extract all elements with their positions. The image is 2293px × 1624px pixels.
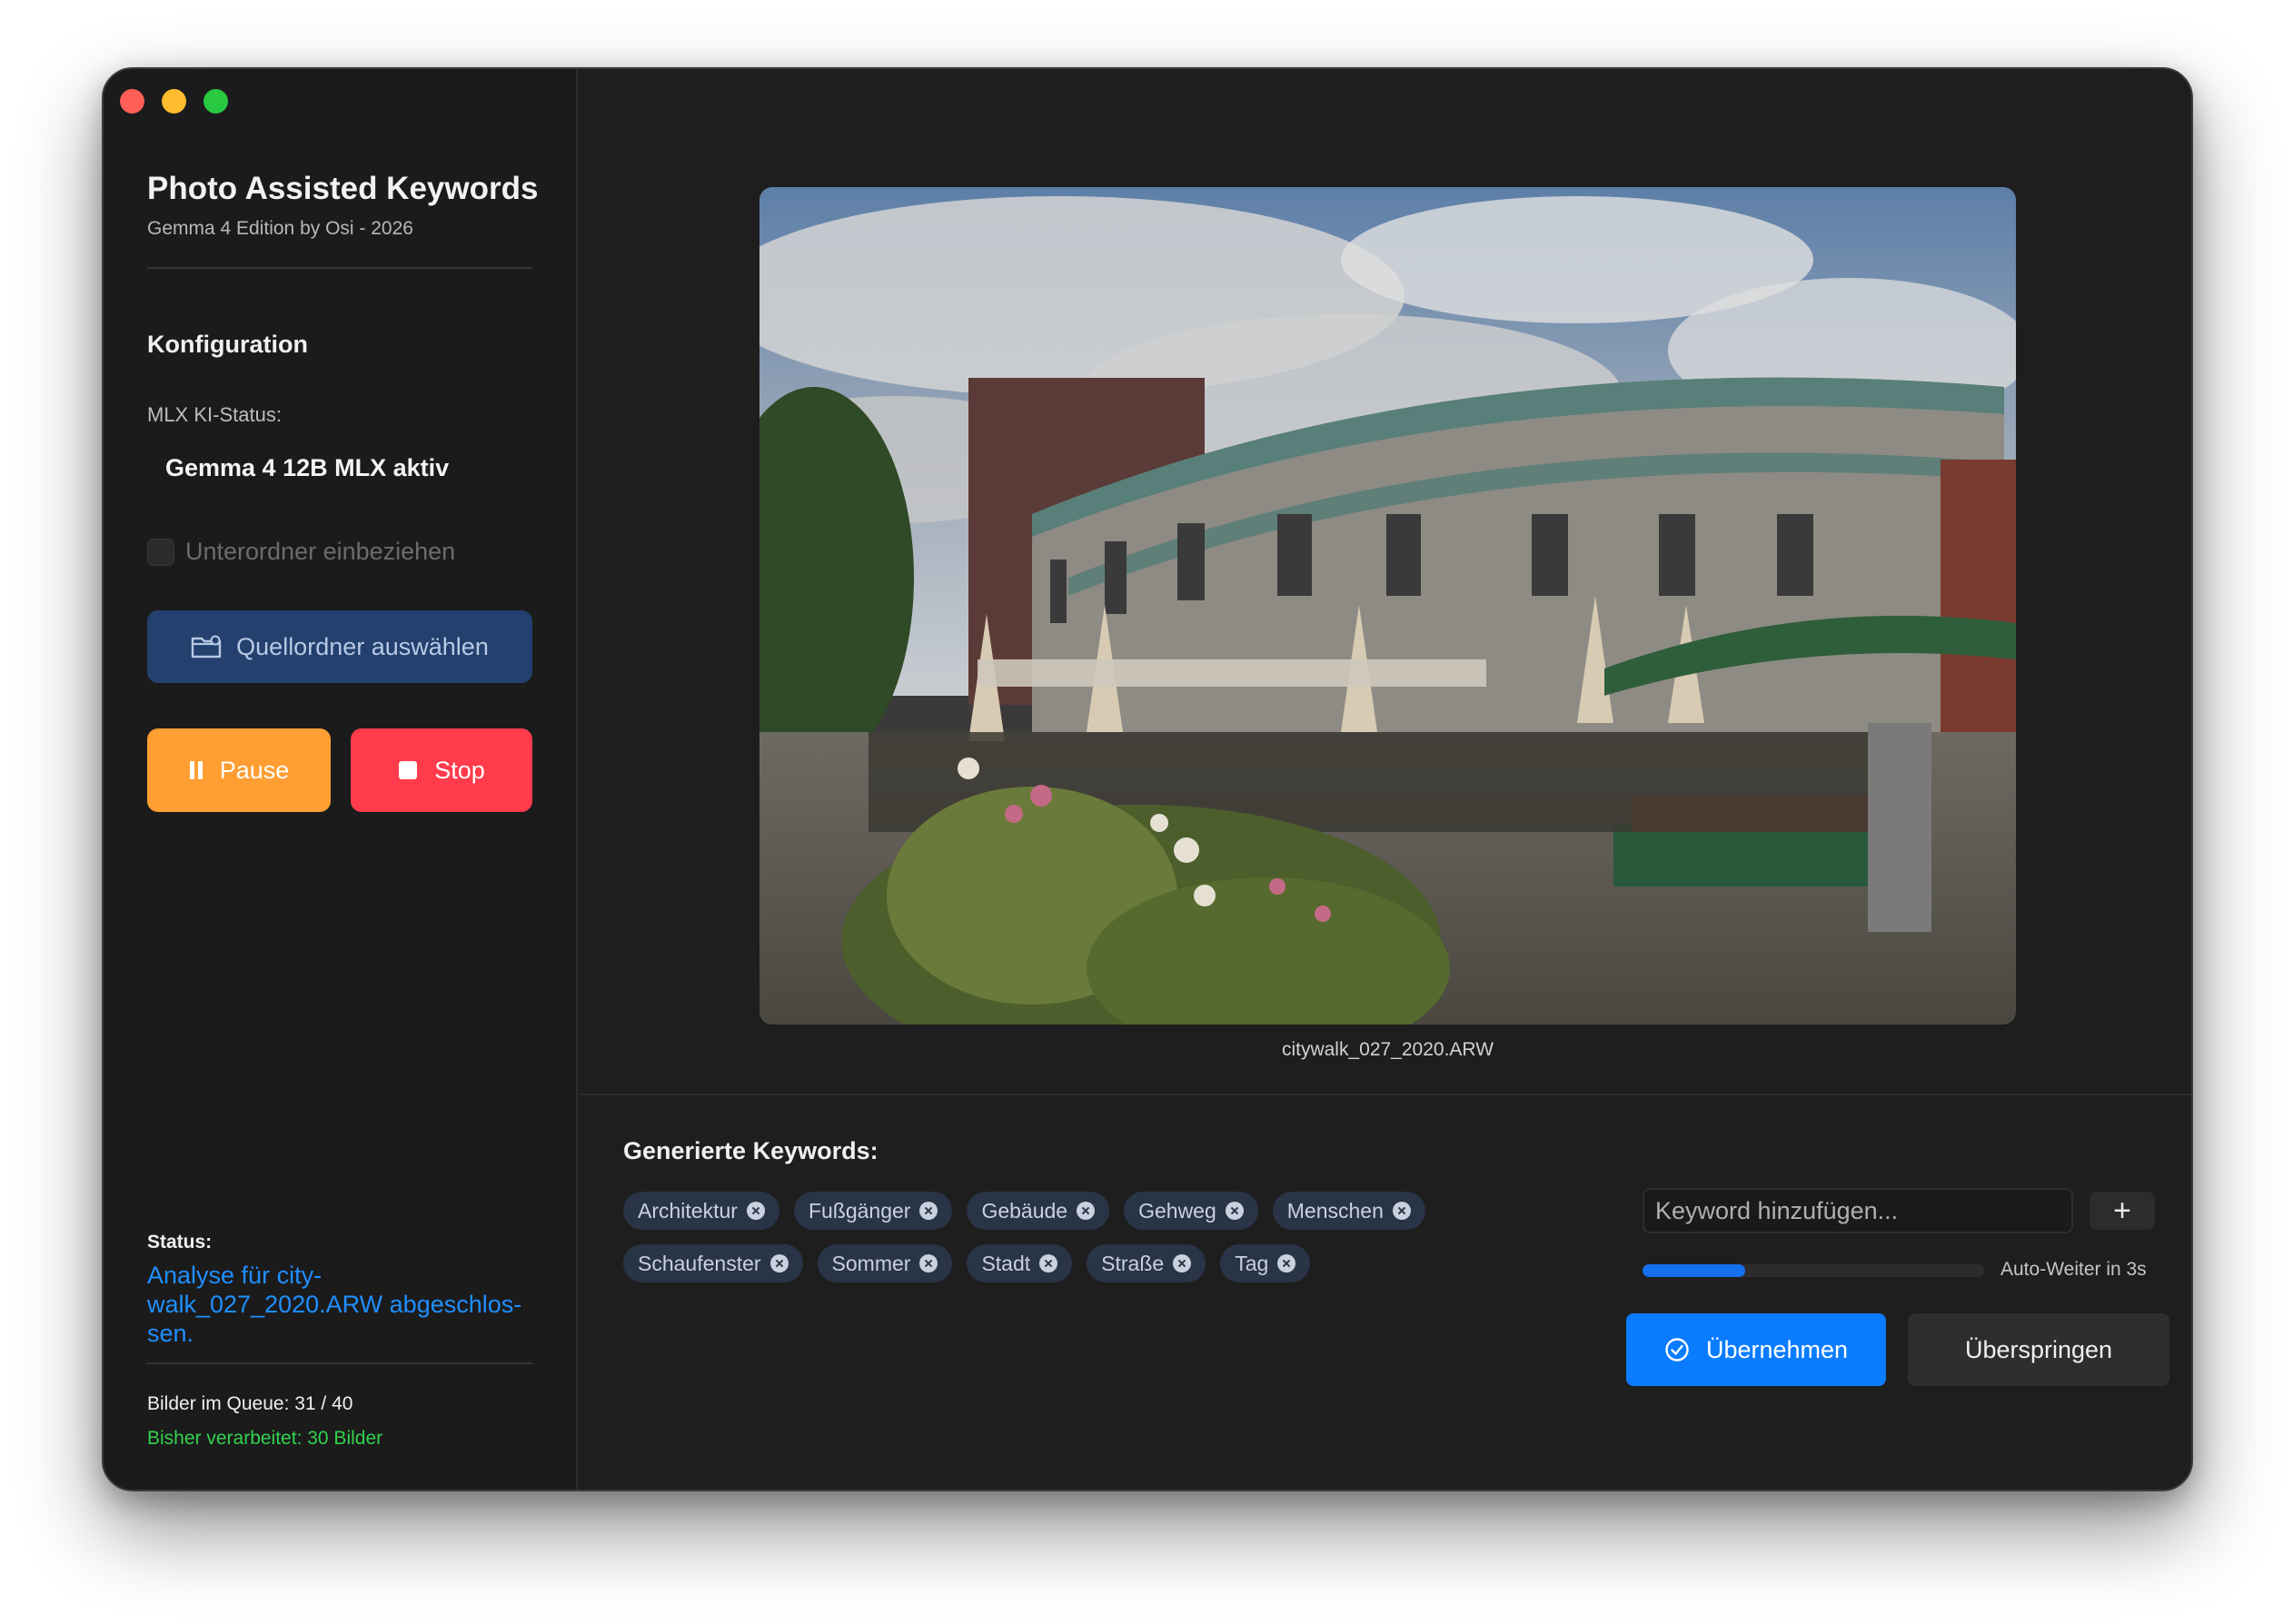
pause-icon bbox=[189, 761, 203, 779]
keyword-chip-label: Stadt bbox=[981, 1251, 1031, 1275]
config-section-title: Konfiguration bbox=[147, 331, 308, 358]
mlx-status-label: MLX KI-Status: bbox=[147, 403, 282, 426]
keyword-chip-list: Architektur Fußgänger Gebäude Gehweg Mensche… bbox=[623, 1192, 1532, 1282]
skip-button[interactable]: Überspringen bbox=[1908, 1313, 2169, 1386]
minimize-window-button[interactable] bbox=[162, 89, 186, 114]
mlx-status-value: Gemma 4 12B MLX aktiv bbox=[165, 454, 450, 481]
keyword-chip[interactable]: Gehweg bbox=[1124, 1192, 1258, 1230]
status-label: Status: bbox=[147, 1232, 213, 1253]
stop-button[interactable]: Stop bbox=[351, 728, 532, 812]
processed-count: Bisher verarbeitet: 30 Bilder bbox=[147, 1428, 383, 1449]
keyword-chip[interactable]: Gebäude bbox=[967, 1192, 1110, 1230]
auto-advance-progress-fill bbox=[1643, 1264, 1745, 1277]
remove-keyword-icon[interactable] bbox=[769, 1254, 789, 1272]
stop-icon bbox=[399, 761, 418, 779]
select-source-folder-label: Quellordner auswählen bbox=[236, 632, 489, 660]
keyword-chip-label: Sommer bbox=[831, 1251, 911, 1275]
auto-advance-label: Auto-Weiter in 3s bbox=[2000, 1259, 2147, 1280]
photo-preview bbox=[759, 187, 2016, 1025]
content-divider bbox=[580, 1094, 2191, 1095]
sidebar: Photo Assisted Keywords Gemma 4 Edition … bbox=[104, 69, 578, 1490]
pause-button[interactable]: Pause bbox=[147, 728, 331, 812]
select-source-folder-button[interactable]: Quellordner auswählen bbox=[147, 610, 532, 683]
auto-advance-progress bbox=[1643, 1264, 1984, 1277]
keyword-chip-label: Straße bbox=[1101, 1251, 1165, 1275]
remove-keyword-icon[interactable] bbox=[1173, 1254, 1192, 1272]
remove-keyword-icon[interactable] bbox=[919, 1254, 938, 1272]
remove-keyword-icon[interactable] bbox=[746, 1202, 765, 1220]
keyword-chip[interactable]: Straße bbox=[1087, 1244, 1206, 1282]
keyword-chip-label: Fußgänger bbox=[808, 1198, 911, 1223]
keyword-chip-label: Architektur bbox=[638, 1198, 738, 1223]
keyword-chip-label: Gehweg bbox=[1138, 1198, 1216, 1223]
app-subtitle: Gemma 4 Edition by Osi - 2026 bbox=[147, 218, 413, 239]
status-divider bbox=[147, 1362, 532, 1364]
keyword-chip-label: Schaufenster bbox=[638, 1251, 761, 1275]
status-message: Analyse für city-walk_027_2020.ARW abges… bbox=[147, 1262, 522, 1347]
keyword-chip[interactable]: Stadt bbox=[967, 1244, 1073, 1282]
close-window-button[interactable] bbox=[120, 89, 144, 114]
keyword-chip[interactable]: Fußgänger bbox=[793, 1192, 953, 1230]
keyword-chip-label: Tag bbox=[1235, 1251, 1269, 1275]
remove-keyword-icon[interactable] bbox=[1225, 1202, 1244, 1220]
skip-label: Überspringen bbox=[1964, 1335, 2113, 1363]
folder-icon bbox=[191, 635, 222, 659]
keyword-chip[interactable]: Schaufenster bbox=[623, 1244, 803, 1282]
keyword-chip[interactable]: Architektur bbox=[623, 1192, 779, 1230]
window-controls bbox=[120, 89, 228, 114]
zoom-window-button[interactable] bbox=[203, 89, 228, 114]
keyword-chip-label: Gebäude bbox=[981, 1198, 1068, 1223]
app-title: Photo Assisted Keywords bbox=[147, 171, 539, 206]
queue-count: Bilder im Queue: 31 / 40 bbox=[147, 1393, 353, 1414]
pause-label: Pause bbox=[219, 756, 290, 784]
photo-filename: citywalk_027_2020.ARW bbox=[1281, 1039, 1494, 1060]
photo-illustration bbox=[759, 187, 2016, 1025]
accept-button[interactable]: Übernehmen bbox=[1626, 1313, 1886, 1386]
remove-keyword-icon[interactable] bbox=[1077, 1202, 1096, 1220]
accept-label: Übernehmen bbox=[1705, 1335, 1849, 1363]
keyword-chip[interactable]: Menschen bbox=[1272, 1192, 1425, 1230]
remove-keyword-icon[interactable] bbox=[1277, 1254, 1296, 1272]
keywords-title: Generierte Keywords: bbox=[623, 1137, 878, 1164]
app-window: Photo Assisted Keywords Gemma 4 Edition … bbox=[102, 67, 2193, 1491]
remove-keyword-icon[interactable] bbox=[919, 1202, 938, 1220]
subfolder-label: Unterordner einbeziehen bbox=[185, 538, 456, 565]
stop-label: Stop bbox=[434, 756, 485, 784]
subfolder-checkbox[interactable] bbox=[147, 538, 174, 566]
remove-keyword-icon[interactable] bbox=[1039, 1254, 1058, 1272]
sidebar-divider bbox=[147, 267, 532, 269]
keyword-chip[interactable]: Sommer bbox=[817, 1244, 953, 1282]
checkmark-circle-icon bbox=[1665, 1338, 1689, 1362]
keyword-input[interactable] bbox=[1643, 1188, 2073, 1233]
add-keyword-button[interactable]: + bbox=[2090, 1192, 2155, 1230]
keyword-chip[interactable]: Tag bbox=[1220, 1244, 1311, 1282]
remove-keyword-icon[interactable] bbox=[1392, 1202, 1411, 1220]
keyword-chip-label: Menschen bbox=[1286, 1198, 1384, 1223]
subfolder-checkbox-row[interactable]: Unterordner einbeziehen bbox=[147, 538, 455, 566]
